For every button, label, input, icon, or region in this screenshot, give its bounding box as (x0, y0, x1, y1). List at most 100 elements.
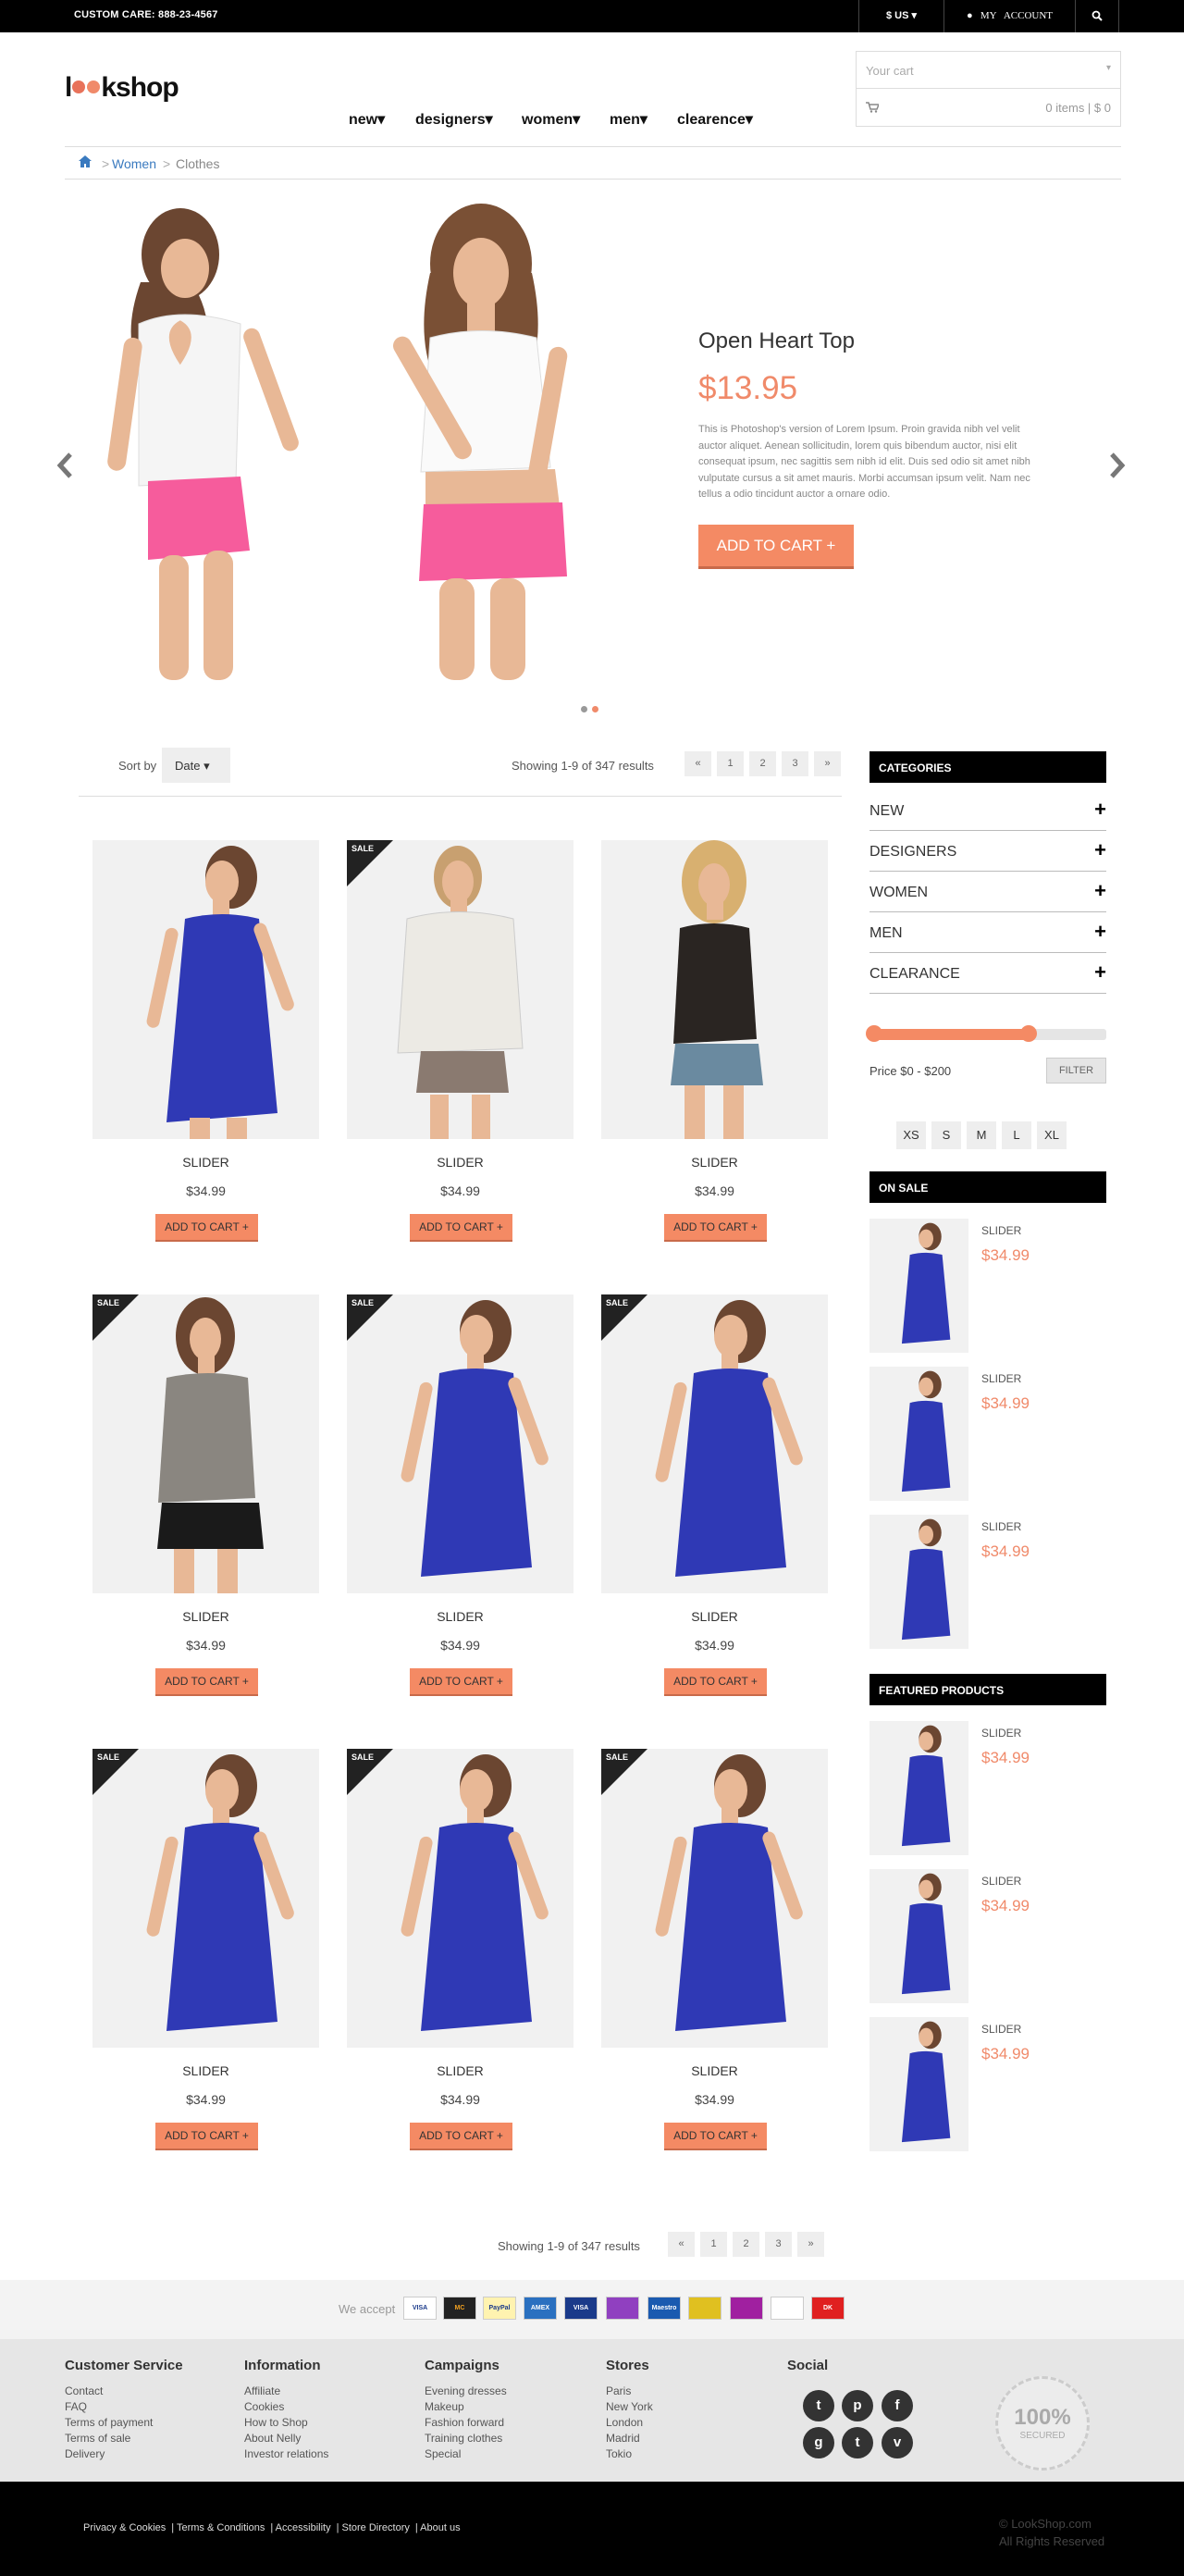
slider-next-arrow[interactable] (1106, 452, 1127, 479)
legal-link[interactable]: Store Directory (342, 2522, 410, 2533)
footer-link[interactable]: Affiliate (244, 2384, 328, 2399)
footer-link[interactable]: How to Shop (244, 2415, 328, 2431)
legal-link[interactable]: Privacy & Cookies (83, 2522, 166, 2533)
footer-link[interactable]: Contact (65, 2384, 183, 2399)
add-to-cart-button[interactable]: ADD TO CART + (664, 2123, 767, 2149)
home-icon[interactable] (79, 155, 92, 167)
on-sale-item-image[interactable] (870, 1515, 968, 1649)
product-image[interactable]: SALE (92, 1749, 319, 2048)
product-image[interactable]: SALE (92, 1294, 319, 1593)
hero-add-to-cart-button[interactable]: ADD TO CART + (698, 525, 854, 566)
add-to-cart-button[interactable]: ADD TO CART + (155, 1214, 258, 1240)
featured-item[interactable]: SLIDER $34.99 (870, 1721, 1106, 1860)
footer-link[interactable]: Fashion forward (425, 2415, 507, 2431)
footer-link[interactable]: Tokio (606, 2446, 653, 2462)
nav-item-clearence[interactable]: clearence▾ (677, 110, 753, 129)
plus-icon[interactable]: + (1094, 798, 1106, 822)
twitter-icon[interactable]: t (803, 2390, 834, 2421)
category-clearance[interactable]: CLEARANCE + (870, 953, 1106, 994)
footer-link[interactable]: London (606, 2415, 653, 2431)
pinterest-icon[interactable]: p (842, 2390, 873, 2421)
filter-button[interactable]: FILTER (1046, 1058, 1106, 1084)
footer-link[interactable]: Evening dresses (425, 2384, 507, 2399)
product-name[interactable]: SLIDER (347, 1155, 574, 1170)
footer-link[interactable]: Special (425, 2446, 507, 2462)
size-xs[interactable]: XS (896, 1121, 926, 1149)
page-next[interactable]: » (797, 2232, 824, 2257)
featured-item-image[interactable] (870, 1721, 968, 1855)
page-1[interactable]: 1 (700, 2232, 727, 2257)
product-image[interactable]: SALE (347, 1749, 574, 2048)
nav-item-men[interactable]: men▾ (610, 110, 648, 129)
page-2[interactable]: 2 (749, 751, 776, 776)
on-sale-item-name[interactable]: SLIDER (981, 1224, 1021, 1237)
product-image[interactable] (92, 840, 319, 1139)
product-name[interactable]: SLIDER (347, 2063, 574, 2078)
page-3[interactable]: 3 (765, 2232, 792, 2257)
on-sale-item-image[interactable] (870, 1219, 968, 1353)
legal-link[interactable]: About us (420, 2522, 460, 2533)
product-card[interactable]: SALE SLIDER $34.99 ADD TO CART + (601, 1294, 828, 1694)
product-card[interactable]: SALE SLIDER $34.99 ADD TO CART + (347, 1749, 574, 2149)
add-to-cart-button[interactable]: ADD TO CART + (155, 1668, 258, 1694)
add-to-cart-button[interactable]: ADD TO CART + (155, 2123, 258, 2149)
plus-icon[interactable]: + (1094, 960, 1106, 985)
price-range-max-handle[interactable] (1019, 1025, 1037, 1042)
footer-link[interactable]: Terms of sale (65, 2431, 183, 2446)
slider-prev-arrow[interactable] (56, 452, 76, 479)
category-women[interactable]: WOMEN + (870, 872, 1106, 912)
sort-dropdown[interactable]: Date ▾ (162, 748, 230, 783)
nav-item-designers[interactable]: designers▾ (415, 110, 493, 129)
product-name[interactable]: SLIDER (92, 2063, 319, 2078)
slider-dot-active[interactable] (592, 706, 598, 712)
product-name[interactable]: SLIDER (601, 2063, 828, 2078)
footer-link[interactable]: About Nelly (244, 2431, 328, 2446)
product-card[interactable]: SALE SLIDER $34.99 ADD TO CART + (347, 840, 574, 1240)
legal-link[interactable]: Terms & Conditions (177, 2522, 265, 2533)
size-m[interactable]: M (967, 1121, 996, 1149)
product-name[interactable]: SLIDER (601, 1155, 828, 1170)
on-sale-item[interactable]: SLIDER $34.99 (870, 1219, 1106, 1357)
footer-link[interactable]: Makeup (425, 2399, 507, 2415)
product-image[interactable]: SALE (601, 1294, 828, 1593)
slider-dot[interactable] (581, 706, 587, 712)
category-men[interactable]: MEN + (870, 912, 1106, 953)
footer-link[interactable]: Paris (606, 2384, 653, 2399)
price-range-slider[interactable] (866, 1025, 1106, 1042)
page-next[interactable]: » (814, 751, 841, 776)
my-account-link[interactable]: ● MY ACCOUNT (944, 0, 1075, 32)
featured-item-image[interactable] (870, 1869, 968, 2003)
google-plus-icon[interactable]: g (803, 2427, 834, 2458)
page-3[interactable]: 3 (782, 751, 808, 776)
on-sale-item[interactable]: SLIDER $34.99 (870, 1515, 1106, 1653)
product-card[interactable]: SALE SLIDER $34.99 ADD TO CART + (92, 1294, 319, 1694)
page-2[interactable]: 2 (733, 2232, 759, 2257)
product-image[interactable]: SALE (601, 1749, 828, 2048)
footer-link[interactable]: Cookies (244, 2399, 328, 2415)
nav-item-new[interactable]: new▾ (349, 110, 385, 129)
product-name[interactable]: SLIDER (92, 1155, 319, 1170)
footer-link[interactable]: Training clothes (425, 2431, 507, 2446)
category-new[interactable]: NEW + (870, 790, 1106, 831)
plus-icon[interactable]: + (1094, 838, 1106, 862)
page-1[interactable]: 1 (717, 751, 744, 776)
product-card[interactable]: SLIDER $34.99 ADD TO CART + (601, 840, 828, 1240)
page-prev[interactable]: « (684, 751, 711, 776)
plus-icon[interactable]: + (1094, 879, 1106, 903)
featured-item[interactable]: SLIDER $34.99 (870, 2017, 1106, 2156)
on-sale-item-name[interactable]: SLIDER (981, 1520, 1021, 1533)
add-to-cart-button[interactable]: ADD TO CART + (410, 2123, 512, 2149)
add-to-cart-button[interactable]: ADD TO CART + (664, 1668, 767, 1694)
featured-item-name[interactable]: SLIDER (981, 1727, 1021, 1740)
product-card[interactable]: SALE SLIDER $34.99 ADD TO CART + (601, 1749, 828, 2149)
breadcrumb-item-women[interactable]: Women (112, 156, 156, 171)
on-sale-item[interactable]: SLIDER $34.99 (870, 1367, 1106, 1505)
product-image[interactable]: SALE (347, 1294, 574, 1593)
plus-icon[interactable]: + (1094, 920, 1106, 944)
footer-link[interactable]: FAQ (65, 2399, 183, 2415)
site-logo[interactable]: l kshop (65, 72, 179, 104)
featured-item-image[interactable] (870, 2017, 968, 2151)
on-sale-item-image[interactable] (870, 1367, 968, 1501)
on-sale-item-name[interactable]: SLIDER (981, 1372, 1021, 1385)
footer-link[interactable]: Terms of payment (65, 2415, 183, 2431)
